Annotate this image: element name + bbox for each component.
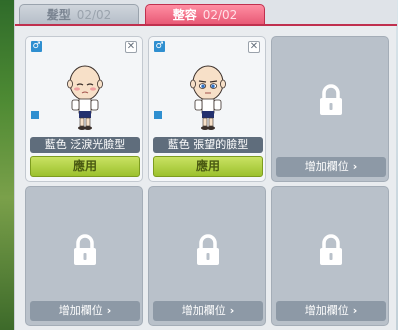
add-slot-label: 增加欄位 — [58, 304, 103, 317]
add-slot-label: 增加欄位 — [304, 304, 349, 317]
close-icon[interactable]: ✕ — [125, 41, 137, 53]
tab-face[interactable]: 整容 02/02 — [145, 4, 265, 24]
tab-hair[interactable]: 髮型 02/02 — [19, 4, 139, 24]
face-slot-1[interactable]: ♂ ✕ 藍色 泛淚光臉型 應用 — [25, 36, 143, 182]
locked-slot-2: 增加欄位 › — [25, 186, 143, 326]
face-avatar-icon — [190, 65, 226, 130]
chevron-right-icon: › — [229, 304, 235, 317]
add-slot-label: 增加欄位 — [181, 304, 226, 317]
male-icon: ♂ — [31, 41, 42, 52]
apply-button[interactable]: 應用 — [153, 156, 263, 177]
face-name-label: 藍色 張望的臉型 — [153, 137, 263, 153]
face-slot-2[interactable]: ♂ ✕ 藍色 張望的臉型 應用 — [148, 36, 266, 182]
locked-slot-1: 增加欄位 › — [271, 36, 389, 182]
lock-icon — [197, 234, 219, 265]
add-slot-button[interactable]: 增加欄位 › — [153, 301, 263, 321]
add-slot-label: 增加欄位 — [304, 160, 349, 173]
tab-face-count: 02/02 — [202, 7, 238, 22]
lock-icon — [74, 234, 96, 265]
chevron-right-icon: › — [352, 304, 358, 317]
apply-button[interactable]: 應用 — [30, 156, 140, 177]
chevron-right-icon: › — [106, 304, 112, 317]
locked-slot-4: 增加欄位 › — [271, 186, 389, 326]
slot-marker-icon — [154, 111, 162, 119]
slot-marker-icon — [31, 111, 39, 119]
tab-hair-count: 02/02 — [76, 7, 112, 22]
face-avatar-icon — [67, 65, 103, 130]
tab-underline — [15, 24, 397, 26]
tab-bar: 髮型 02/02 整容 02/02 — [15, 0, 397, 26]
face-name-label: 藍色 泛淚光臉型 — [30, 137, 140, 153]
add-slot-button[interactable]: 增加欄位 › — [276, 157, 386, 177]
chevron-right-icon: › — [352, 160, 358, 173]
tab-face-label: 整容 — [172, 8, 197, 22]
beauty-album-panel: 髮型 02/02 整容 02/02 ♂ ✕ 藍色 泛淚光臉型 應用 ♂ ✕ 藍色… — [14, 0, 397, 330]
locked-slot-3: 增加欄位 › — [148, 186, 266, 326]
tab-hair-label: 髮型 — [46, 8, 71, 22]
add-slot-button[interactable]: 增加欄位 › — [30, 301, 140, 321]
close-icon[interactable]: ✕ — [248, 41, 260, 53]
lock-icon — [320, 234, 342, 265]
lock-icon — [320, 84, 342, 115]
male-icon: ♂ — [154, 41, 165, 52]
add-slot-button[interactable]: 增加欄位 › — [276, 301, 386, 321]
